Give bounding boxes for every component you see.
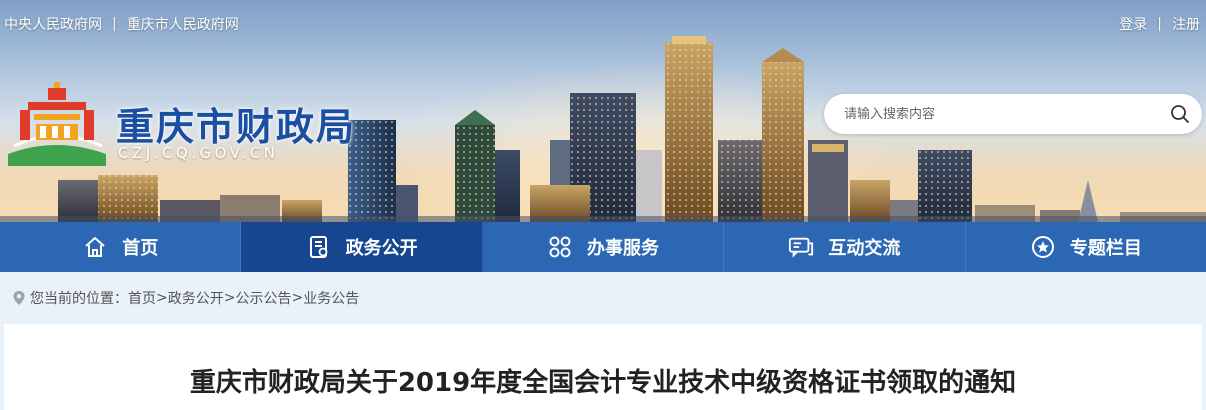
nav-item-government-affairs[interactable]: 政务公开 (241, 222, 483, 272)
search-input[interactable] (824, 95, 1158, 133)
link-separator: | (1157, 16, 1162, 32)
document-icon (306, 234, 332, 260)
nav-item-label: 办事服务 (587, 238, 660, 259)
nav-item-special-topics[interactable]: 专题栏目 (966, 222, 1206, 272)
main-nav: 首页 政务公开 办事服务 互动交流 专题栏目 (0, 222, 1206, 272)
breadcrumb-separator: > (156, 290, 168, 306)
site-domain: CZJ.CQ.GOV.CN (118, 144, 279, 162)
star-icon (1030, 234, 1056, 260)
breadcrumb-separator: > (223, 290, 236, 306)
breadcrumb: 您当前的位置： 首页 > 政务公开 > 公示公告 > 业务公告 (0, 272, 1206, 324)
search-icon (1171, 105, 1189, 123)
login-link[interactable]: 登录 (1119, 14, 1147, 34)
breadcrumb-public-notices[interactable]: 公示公告 (235, 288, 291, 308)
nav-item-services[interactable]: 办事服务 (483, 222, 725, 272)
search-box (824, 94, 1202, 134)
nav-item-label: 政务公开 (345, 238, 418, 259)
breadcrumb-government-affairs[interactable]: 政务公开 (168, 288, 224, 308)
link-city-gov[interactable]: 重庆市人民政府网 (127, 14, 239, 34)
grid-icon (547, 234, 573, 260)
nav-item-label: 互动交流 (828, 238, 901, 259)
search-button[interactable] (1158, 95, 1202, 133)
breadcrumb-separator: > (291, 290, 304, 306)
breadcrumb-business-notices[interactable]: 业务公告 (303, 288, 359, 308)
site-title[interactable]: 重庆市财政局 (116, 96, 356, 151)
article-title: 重庆市财政局关于2019年度全国会计专业技术中级资格证书领取的通知 (189, 368, 1017, 398)
chat-icon (788, 234, 814, 260)
location-pin-icon (12, 290, 26, 306)
top-links-right: 登录 | 注册 (1119, 14, 1200, 34)
nav-item-label: 专题栏目 (1069, 238, 1142, 259)
article-panel: 重庆市财政局关于2019年度全国会计专业技术中级资格证书领取的通知 (4, 324, 1202, 410)
register-link[interactable]: 注册 (1172, 14, 1200, 34)
breadcrumb-home[interactable]: 首页 (128, 288, 156, 308)
top-links-left: 中央人民政府网 | 重庆市人民政府网 (4, 14, 239, 34)
nav-item-interaction[interactable]: 互动交流 (724, 222, 966, 272)
home-icon (82, 234, 108, 260)
nav-item-label: 首页 (122, 238, 159, 259)
finance-bureau-emblem-icon[interactable] (6, 80, 108, 166)
link-central-gov[interactable]: 中央人民政府网 (4, 14, 102, 34)
site-header: 中央人民政府网 | 重庆市人民政府网 登录 | 注册 重庆市财政局 CZJ.CQ… (0, 0, 1206, 222)
breadcrumb-prefix: 您当前的位置： (30, 291, 128, 307)
nav-item-home[interactable]: 首页 (0, 222, 242, 272)
link-separator: | (112, 16, 117, 32)
